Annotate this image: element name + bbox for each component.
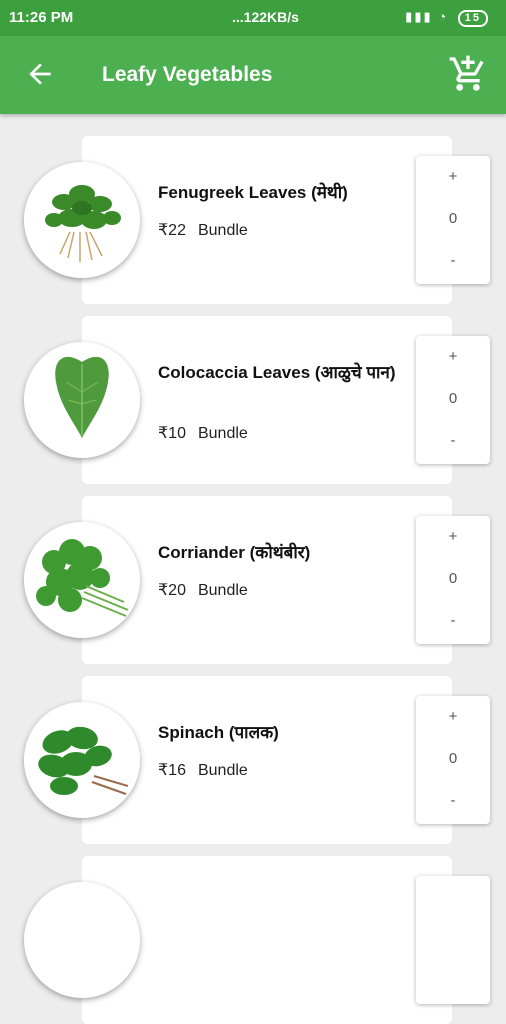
quantity-stepper: + 0 - <box>416 516 490 644</box>
price-unit: Bundle <box>197 425 248 442</box>
fenugreek-image <box>24 162 140 278</box>
product-price: ₹20 Bundle <box>158 580 248 600</box>
quantity-value: 0 <box>448 390 458 407</box>
price-unit: Bundle <box>197 582 248 599</box>
increment-button[interactable]: + <box>416 708 490 725</box>
list-item: Colocaccia Leaves (आळुचे पान) ₹10 Bundle … <box>0 294 506 484</box>
quantity-value: 0 <box>448 570 458 587</box>
decrement-button[interactable]: - <box>416 792 490 809</box>
arrow-back-icon[interactable] <box>24 58 56 90</box>
list-item: Spinach (पालक) ₹16 Bundle + 0 - <box>0 654 506 844</box>
add-to-cart-icon[interactable] <box>448 54 488 94</box>
product-price: ₹16 Bundle <box>158 760 248 780</box>
quantity-stepper: + 0 - <box>416 156 490 284</box>
colocasia-image <box>24 342 140 458</box>
battery-icon: 15 <box>457 10 488 27</box>
price-value: ₹22 <box>158 222 186 239</box>
spinach-image <box>24 702 140 818</box>
list-item-partial <box>0 834 506 1024</box>
list-item: Corriander (कोथंबीर) ₹20 Bundle + 0 - <box>0 474 506 664</box>
price-value: ₹16 <box>158 762 186 779</box>
price-value: ₹20 <box>158 582 186 599</box>
increment-button[interactable]: + <box>416 528 490 545</box>
product-price: ₹22 Bundle <box>158 220 248 240</box>
list-item: Fenugreek Leaves (मेथी) ₹22 Bundle + 0 - <box>0 114 506 304</box>
coriander-image <box>24 522 140 638</box>
increment-button[interactable]: + <box>416 348 490 365</box>
network-speed: ...122KB/s <box>232 9 299 25</box>
page-title: Leafy Vegetables <box>102 63 273 86</box>
price-value: ₹10 <box>158 425 186 442</box>
quantity-stepper: + 0 - <box>416 696 490 824</box>
status-bar: 11:26 PM ...122KB/s ▮▮▮ ◔ 15 <box>0 0 506 36</box>
product-name: Spinach (पालक) <box>158 723 279 742</box>
quantity-value: 0 <box>448 750 458 767</box>
product-price: ₹10 Bundle <box>158 423 248 443</box>
price-unit: Bundle <box>197 762 248 779</box>
decrement-button[interactable]: - <box>416 432 490 449</box>
product-name: Corriander (कोथंबीर) <box>158 543 311 562</box>
price-unit: Bundle <box>197 222 248 239</box>
product-image <box>24 882 140 998</box>
decrement-button[interactable]: - <box>416 252 490 269</box>
wifi-icon: ◔ <box>438 9 449 24</box>
product-name: Colocaccia Leaves (आळुचे पान) <box>158 363 396 382</box>
signal-icon: ▮▮▮ <box>405 9 433 24</box>
quantity-value: 0 <box>448 210 458 227</box>
quantity-stepper <box>416 876 490 1004</box>
status-icons: ▮▮▮ ◔ 15 <box>405 9 488 27</box>
status-time: 11:26 PM <box>9 9 74 26</box>
decrement-button[interactable]: - <box>416 612 490 629</box>
quantity-stepper: + 0 - <box>416 336 490 464</box>
increment-button[interactable]: + <box>416 168 490 185</box>
app-bar: Leafy Vegetables <box>0 36 506 114</box>
product-name: Fenugreek Leaves (मेथी) <box>158 183 348 202</box>
